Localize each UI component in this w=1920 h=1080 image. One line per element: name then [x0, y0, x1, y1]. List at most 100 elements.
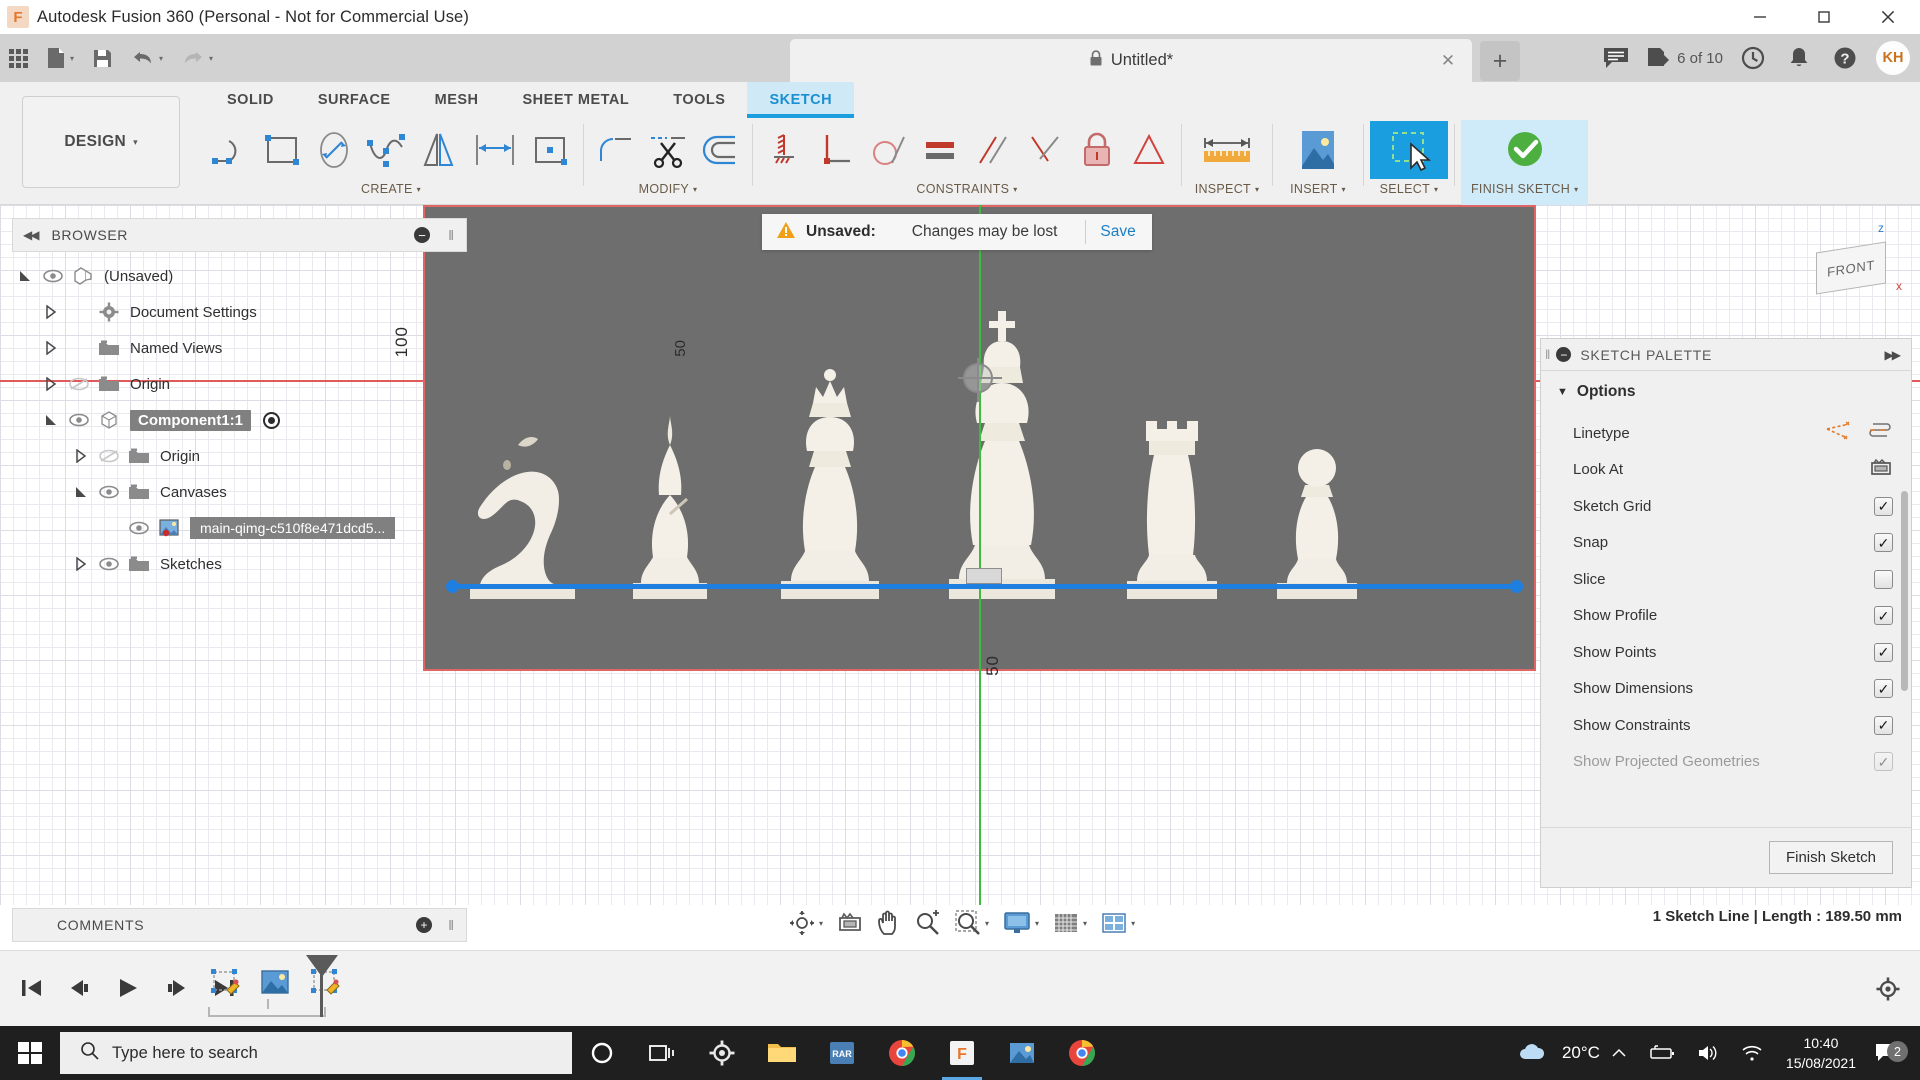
orbit-icon[interactable]: ▾ [782, 903, 830, 943]
view-cube-front-face[interactable]: FRONT [1816, 241, 1886, 295]
slice-checkbox[interactable]: ✓ [1874, 569, 1893, 589]
avatar[interactable]: KH [1876, 41, 1910, 75]
show-profile-checkbox[interactable]: ✓ [1874, 606, 1893, 626]
tree-item-named-views[interactable]: Named Views [12, 330, 467, 366]
ellipse-icon[interactable] [309, 121, 361, 179]
undo-button[interactable]: ▾ [122, 34, 172, 82]
mirror-icon[interactable] [413, 121, 465, 179]
activate-component-radio[interactable] [263, 411, 280, 429]
trim-icon[interactable] [642, 121, 694, 179]
palette-row-show-profile[interactable]: Show Profile ✓ [1541, 598, 1911, 635]
finish-sketch-button[interactable]: Finish Sketch [1768, 841, 1893, 874]
show-points-checkbox[interactable]: ✓ [1874, 642, 1893, 662]
palette-expand-icon[interactable]: ▶▶ [1885, 348, 1902, 362]
viewport-layout-icon[interactable]: ▾ [1094, 903, 1142, 943]
browser-minimize-icon[interactable]: − [414, 227, 430, 243]
volume-icon[interactable] [1686, 1044, 1730, 1062]
show-projected-geometries-checkbox[interactable]: ✓ [1874, 752, 1893, 772]
cortana-icon[interactable] [572, 1026, 632, 1080]
tree-item-sketches[interactable]: Sketches [12, 546, 467, 582]
twisty-collapsed-icon[interactable] [68, 557, 94, 571]
palette-scrollbar[interactable] [1901, 491, 1908, 691]
look-at-icon[interactable] [1869, 457, 1893, 482]
tree-item-origin-component[interactable]: Origin [12, 438, 467, 474]
line-icon[interactable] [205, 121, 257, 179]
palette-row-show-constraints[interactable]: Show Constraints ✓ [1541, 707, 1911, 744]
parallel-constraint-icon[interactable] [967, 121, 1019, 179]
bell-icon[interactable] [1778, 34, 1820, 82]
go-to-beginning-icon[interactable] [8, 963, 56, 1013]
palette-row-snap[interactable]: Snap ✓ [1541, 525, 1911, 562]
browser-grip-icon[interactable]: ‖ [448, 227, 454, 243]
timeline-settings-gear-icon[interactable] [1876, 977, 1900, 1006]
collapse-icon[interactable]: ◀◀ [23, 228, 40, 242]
new-tab-button[interactable]: + [1480, 41, 1520, 81]
tab-sketch[interactable]: SKETCH [747, 82, 855, 118]
comments-panel-header[interactable]: COMMENTS + ‖ [12, 908, 467, 942]
redo-button[interactable]: ▾ [172, 34, 222, 82]
tab-solid[interactable]: SOLID [205, 82, 296, 118]
taskbar-clock[interactable]: 10:40 15/08/2021 [1774, 1033, 1868, 1074]
tree-item-canvases[interactable]: Canvases [12, 474, 467, 510]
twisty-collapsed-icon[interactable] [68, 449, 94, 463]
action-center-icon[interactable]: 2 [1868, 1041, 1914, 1064]
panel-inspect-label[interactable]: INSPECT ▾ [1195, 182, 1260, 196]
panel-create-label[interactable]: CREATE ▾ [361, 182, 421, 196]
cloud-icon[interactable] [1506, 1043, 1558, 1063]
coincident-constraint-icon[interactable] [1019, 121, 1071, 179]
zoom-icon[interactable] [908, 903, 948, 943]
sketch-line-endpoint-right[interactable] [1510, 580, 1523, 593]
palette-minimize-icon[interactable]: − [1556, 347, 1572, 362]
panel-select-label[interactable]: SELECT ▾ [1380, 182, 1439, 196]
minimize-button[interactable] [1728, 0, 1792, 34]
construction-line-icon[interactable] [1825, 421, 1851, 446]
origin-point[interactable] [958, 358, 1002, 402]
palette-row-slice[interactable]: Slice ✓ [1541, 561, 1911, 598]
sketch-feature-icon[interactable] [205, 963, 245, 1001]
windows-start-icon[interactable] [0, 1026, 60, 1080]
document-tab[interactable]: Untitled* ✕ [790, 39, 1472, 82]
perpendicular-constraint-icon[interactable] [811, 121, 863, 179]
visibility-hidden-icon[interactable] [94, 449, 124, 463]
twisty-expanded-icon[interactable] [12, 269, 38, 283]
horizontal-vertical-constraint-icon[interactable] [759, 121, 811, 179]
panel-finish-sketch[interactable]: FINISH SKETCH ▾ [1461, 120, 1589, 205]
jobs-status-button[interactable]: 6 of 10 [1641, 34, 1728, 82]
fusion360-icon[interactable]: F [932, 1026, 992, 1080]
measure-icon[interactable] [1188, 121, 1266, 179]
visibility-icon[interactable] [38, 269, 68, 283]
settings-icon[interactable] [692, 1026, 752, 1080]
palette-row-show-dimensions[interactable]: Show Dimensions ✓ [1541, 671, 1911, 708]
tree-item-component1[interactable]: Component1:1 [12, 402, 467, 438]
zoom-window-icon[interactable]: ▾ [948, 903, 996, 943]
pan-icon[interactable] [870, 903, 908, 943]
palette-row-linetype[interactable]: Linetype [1541, 415, 1911, 452]
help-icon[interactable]: ? [1824, 34, 1866, 82]
offset-icon[interactable] [694, 121, 746, 179]
centerline-icon[interactable] [1867, 421, 1893, 446]
visibility-icon[interactable] [64, 413, 94, 427]
panel-constraints-label[interactable]: CONSTRAINTS ▾ [916, 182, 1017, 196]
task-view-icon[interactable] [632, 1026, 692, 1080]
twisty-collapsed-icon[interactable] [38, 305, 64, 319]
recent-icon[interactable] [1732, 34, 1774, 82]
battery-icon[interactable] [1638, 1045, 1686, 1061]
toast-save-link[interactable]: Save [1100, 223, 1135, 241]
fix-constraint-icon[interactable] [1071, 121, 1123, 179]
apps-grid-icon[interactable] [0, 34, 37, 82]
panel-finish-sketch-label[interactable]: FINISH SKETCH ▾ [1471, 182, 1578, 196]
tab-sheet-metal[interactable]: SHEET METAL [501, 82, 652, 118]
snap-checkbox[interactable]: ✓ [1874, 533, 1893, 553]
equal-constraint-icon[interactable] [915, 121, 967, 179]
comments-grip-icon[interactable]: ‖ [448, 917, 454, 933]
palette-row-show-points[interactable]: Show Points ✓ [1541, 634, 1911, 671]
wifi-icon[interactable] [1730, 1044, 1774, 1062]
canvas-feature-icon[interactable] [255, 963, 295, 1001]
palette-row-sketch-grid[interactable]: Sketch Grid ✓ [1541, 488, 1911, 525]
chrome-icon[interactable] [872, 1026, 932, 1080]
rectangle-icon[interactable] [257, 121, 309, 179]
winrar-icon[interactable]: RAR [812, 1026, 872, 1080]
twisty-collapsed-icon[interactable] [38, 341, 64, 355]
tab-tools[interactable]: TOOLS [651, 82, 747, 118]
fillet-icon[interactable] [590, 121, 642, 179]
